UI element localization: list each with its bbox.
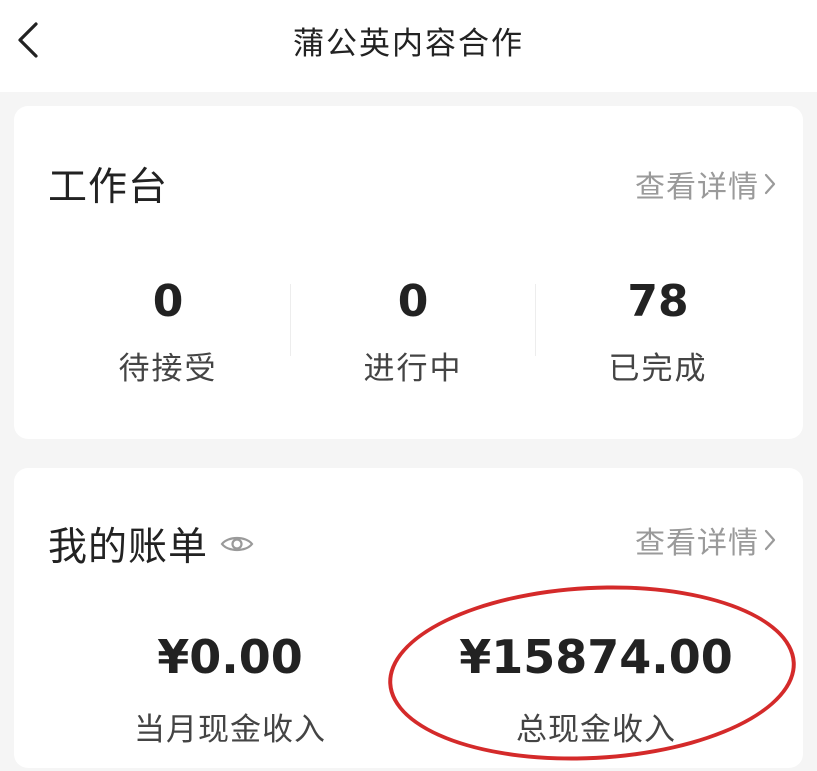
monthly-cash-income-amount: ¥0.00 [157,630,303,684]
stat-pending-label: 待接受 [118,351,218,387]
stat-in-progress-label: 进行中 [363,351,463,387]
top-nav-bar: 蒲公英内容合作 [0,0,817,92]
monthly-cash-income[interactable]: ¥0.00 当月现金收入 [80,630,380,749]
stat-divider [535,284,536,356]
stat-in-progress-value: 0 [397,276,429,327]
page-title: 蒲公英内容合作 [293,26,524,62]
stat-pending-value: 0 [152,276,184,327]
stat-completed[interactable]: 78 已完成 [558,276,758,388]
bill-card: 我的账单 查看详情 ¥0.00 当月现金收入 ¥15874.00 总现金收入 [14,468,803,768]
eye-icon[interactable] [220,533,254,555]
bill-title-row: 我的账单 [48,516,254,572]
stat-in-progress[interactable]: 0 进行中 [313,276,513,388]
workbench-card: 工作台 查看详情 0 待接受 0 进行中 78 已完成 [14,106,803,439]
workbench-title: 工作台 [48,165,169,210]
chevron-right-icon [763,527,777,553]
stat-completed-label: 已完成 [608,351,708,387]
view-details-label: 查看详情 [635,170,759,205]
bill-view-details-link[interactable]: 查看详情 [635,518,777,562]
bill-title: 我的账单 [48,525,209,570]
total-cash-income-amount: ¥15874.00 [459,630,733,684]
view-details-label: 查看详情 [635,526,759,561]
monthly-cash-income-label: 当月现金收入 [134,712,326,748]
workbench-view-details-link[interactable]: 查看详情 [635,162,777,206]
stat-divider [290,284,291,356]
total-cash-income-label: 总现金收入 [516,712,676,748]
chevron-right-icon [763,171,777,197]
stat-pending[interactable]: 0 待接受 [68,276,268,388]
total-cash-income[interactable]: ¥15874.00 总现金收入 [446,630,746,749]
stat-completed-value: 78 [627,276,689,327]
